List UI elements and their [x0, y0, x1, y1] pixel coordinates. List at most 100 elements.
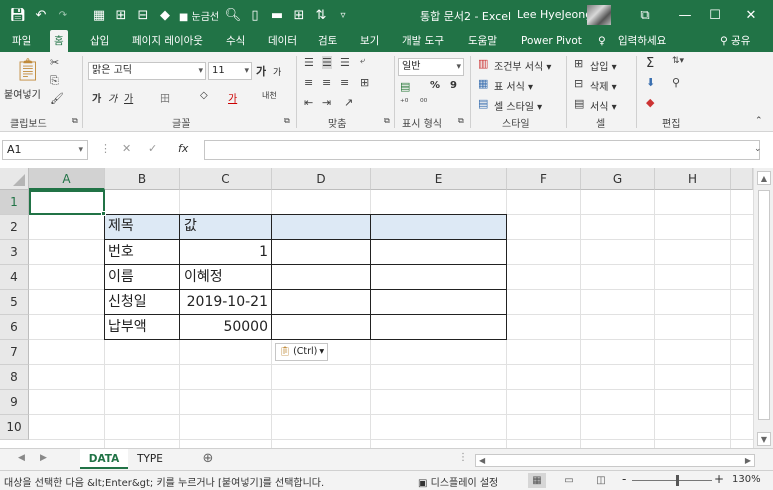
scroll-down-icon[interactable]: ▼ — [757, 432, 771, 446]
row-header-1[interactable]: 1 — [0, 190, 29, 215]
column-header-i[interactable] — [731, 168, 753, 190]
name-box[interactable]: A1 ▾ — [2, 140, 88, 160]
page-break-view-icon[interactable]: ◫ — [592, 473, 610, 488]
worksheet-grid[interactable]: A B C D E F G H 1 2 3 4 5 6 7 8 9 10 제목 … — [0, 168, 773, 448]
gridlines-toggle[interactable]: ■ 눈금선 — [178, 5, 220, 25]
avatar[interactable] — [587, 5, 611, 25]
grid-icon[interactable]: ⊟ — [134, 5, 152, 25]
align-top-icon[interactable]: ☰ — [304, 56, 314, 69]
table-icon[interactable]: ▦ — [90, 5, 108, 25]
cell-e5[interactable] — [371, 290, 507, 315]
sort-icon[interactable]: ⇅ — [312, 5, 330, 25]
row-header-8[interactable]: 8 — [0, 365, 29, 390]
display-settings-button[interactable]: ▣ 디스플레이 설정 — [418, 474, 498, 489]
currency-icon[interactable]: ▤ — [400, 80, 410, 93]
alignment-launcher-icon[interactable]: ⧉ — [384, 116, 390, 126]
font-color-button[interactable]: 가 — [228, 90, 237, 105]
tab-data[interactable]: 데이터 — [264, 30, 301, 52]
prev-sheet-icon[interactable]: ◀ — [18, 453, 25, 463]
row-header-4[interactable]: 4 — [0, 265, 29, 290]
paste-options-button[interactable]: 📋︎ (Ctrl) ▾ — [275, 343, 329, 361]
cell-d3[interactable] — [272, 240, 371, 265]
scroll-thumb[interactable] — [758, 190, 770, 420]
zoom-slider-thumb[interactable] — [676, 475, 679, 486]
format-cells-button[interactable]: 서식 ▾ — [590, 98, 617, 113]
ribbon-display-options-button[interactable]: ⧉ — [630, 3, 660, 27]
comma-style-button[interactable]: 9 — [450, 80, 457, 91]
sheet-tab-type[interactable]: TYPE — [130, 449, 170, 469]
tab-split-handle[interactable]: ⋮ — [458, 452, 468, 463]
cell-styles-icon[interactable]: ▤ — [478, 97, 488, 110]
eraser-icon[interactable]: ◆ — [156, 5, 174, 25]
formula-input[interactable] — [204, 140, 760, 160]
format-painter-icon[interactable]: 🖌︎ — [50, 92, 64, 105]
fill-handle[interactable] — [101, 211, 106, 216]
tab-insert[interactable]: 삽입 — [86, 30, 113, 52]
row-header-9[interactable]: 9 — [0, 390, 29, 415]
underline-button[interactable]: 가 — [124, 90, 133, 105]
format-as-table-button[interactable]: 표 서식 ▾ — [494, 78, 533, 93]
paste-label[interactable]: 붙여넣기 — [4, 86, 41, 101]
active-cell-a1[interactable] — [29, 190, 105, 215]
format-as-table-icon[interactable]: ▦ — [478, 77, 488, 90]
cell-styles-button[interactable]: 셀 스타일 ▾ — [494, 98, 542, 113]
freeze-panes-icon[interactable]: ⊞ — [290, 5, 308, 25]
tab-power-pivot[interactable]: Power Pivot — [517, 30, 586, 52]
scroll-right-icon[interactable]: ▶ — [745, 454, 751, 467]
borders-icon[interactable]: ⊞ — [112, 5, 130, 25]
bold-button[interactable]: 가 — [92, 90, 101, 105]
new-sheet-icon[interactable]: ⊕ — [196, 449, 220, 469]
row-header-7[interactable]: 7 — [0, 340, 29, 365]
vertical-scrollbar[interactable]: ▲ ▼ — [753, 168, 773, 448]
collapse-ribbon-icon[interactable]: ⌃ — [755, 116, 763, 126]
tab-file[interactable]: 파일 — [8, 30, 35, 52]
cell-e6[interactable] — [371, 315, 507, 340]
minimize-button[interactable]: — — [670, 3, 700, 27]
orientation-icon[interactable]: ↗ — [344, 96, 353, 109]
user-name[interactable]: Lee HyeJeong — [517, 8, 592, 21]
row-header-6[interactable]: 6 — [0, 315, 29, 340]
scroll-left-icon[interactable]: ◀ — [479, 454, 485, 467]
font-name-combo[interactable]: 맑은 고딕 ▾ — [88, 62, 206, 80]
conditional-formatting-icon[interactable]: ▥ — [478, 57, 488, 70]
phonetic-guide-button[interactable]: 내천 — [262, 90, 277, 101]
zoom-slider[interactable] — [632, 480, 712, 481]
cell-e3[interactable] — [371, 240, 507, 265]
number-launcher-icon[interactable]: ⧉ — [458, 116, 464, 126]
column-header-b[interactable]: B — [105, 168, 180, 190]
decrease-font-size-button[interactable]: 가 — [273, 65, 281, 78]
enter-icon[interactable]: ✓ — [148, 142, 157, 155]
sheet-tab-data[interactable]: DATA — [80, 449, 128, 469]
next-sheet-icon[interactable]: ▶ — [40, 453, 47, 463]
close-button[interactable]: ✕ — [736, 3, 766, 27]
cell-d6[interactable] — [272, 315, 371, 340]
align-right-icon[interactable]: ≡ — [340, 76, 349, 89]
find-select-icon[interactable]: ⚲ — [672, 76, 680, 89]
column-header-f[interactable]: F — [507, 168, 581, 190]
number-format-combo[interactable]: 일반 ▾ — [398, 58, 464, 76]
increase-decimal-icon[interactable]: ⁺⁰ — [400, 98, 408, 108]
align-center-icon[interactable]: ≡ — [322, 76, 331, 89]
column-header-g[interactable]: G — [581, 168, 655, 190]
cell-d2[interactable] — [272, 214, 371, 240]
paste-icon[interactable]: 📋︎ — [14, 58, 42, 83]
sort-filter-icon[interactable]: ⇅▾ — [672, 56, 684, 66]
new-file-icon[interactable]: ▯ — [246, 5, 264, 25]
tab-developer[interactable]: 개발 도구 — [398, 30, 448, 52]
expand-formula-bar-icon[interactable]: ⌄ — [754, 144, 762, 154]
merge-center-icon[interactable]: ⊞ — [360, 76, 369, 89]
undo-icon[interactable]: ↶ — [30, 5, 52, 25]
tab-help[interactable]: 도움말 — [464, 30, 501, 52]
print-preview-icon[interactable]: 🔍︎ — [224, 5, 242, 25]
delete-cells-button[interactable]: 삭제 ▾ — [590, 78, 617, 93]
select-all-button[interactable] — [0, 168, 29, 190]
share-button[interactable]: ⚲ 공유 — [716, 30, 754, 52]
copy-icon[interactable]: ⎘ — [50, 74, 59, 88]
cut-icon[interactable]: ✂ — [50, 56, 59, 69]
wrap-text-icon[interactable]: ⤶ — [360, 56, 365, 66]
tab-view[interactable]: 보기 — [356, 30, 383, 52]
format-cells-icon[interactable]: ▤ — [574, 97, 584, 110]
percent-style-button[interactable]: % — [430, 80, 440, 91]
increase-font-size-button[interactable]: 가 — [256, 63, 266, 79]
increase-indent-icon[interactable]: ⇥ — [322, 96, 331, 109]
